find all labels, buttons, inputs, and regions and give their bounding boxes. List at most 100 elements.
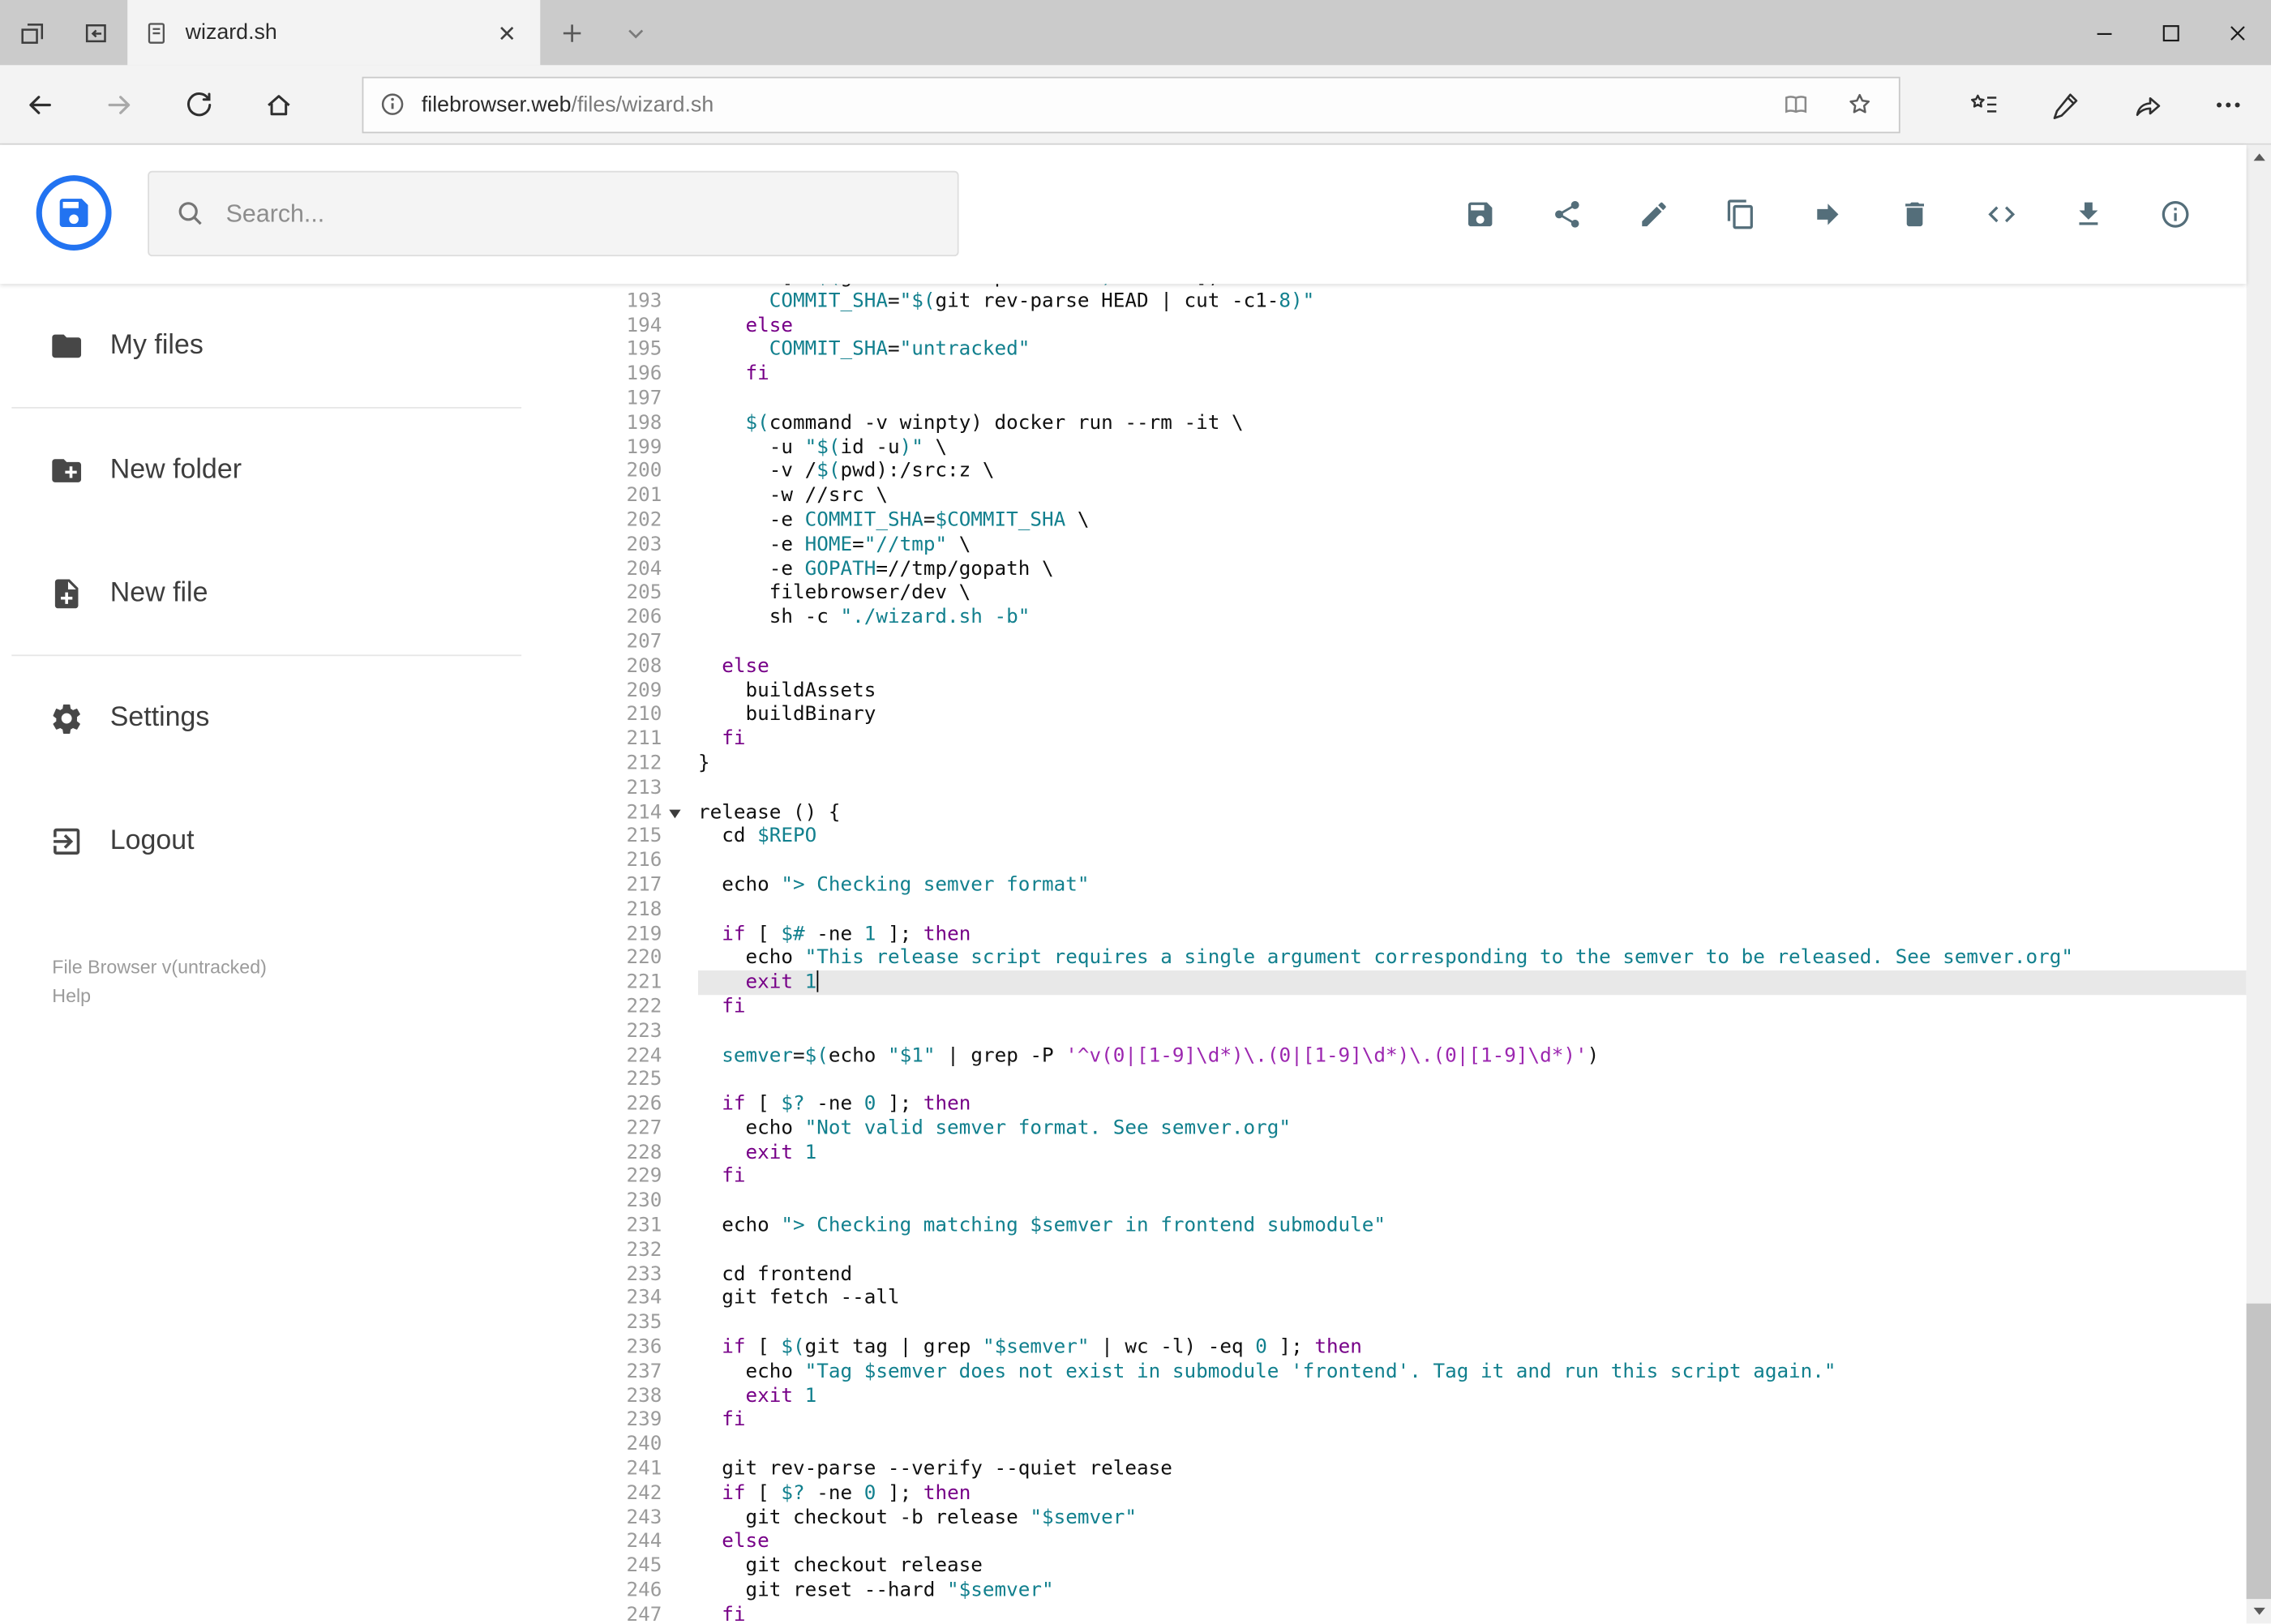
code-line[interactable]: 198 $(command -v winpty) docker run --rm…	[580, 411, 2247, 435]
code-line[interactable]: 246 git reset --hard "$semver"	[580, 1579, 2247, 1603]
code-line[interactable]: 203 -e HOME="//tmp" \	[580, 533, 2247, 557]
home-button[interactable]	[239, 65, 319, 143]
scrollbar-thumb[interactable]	[2246, 1303, 2271, 1600]
code-line[interactable]: 228 exit 1	[580, 1141, 2247, 1165]
help-link[interactable]: Help	[52, 982, 267, 1011]
search-box[interactable]	[148, 170, 959, 257]
sidebar-item-my-files[interactable]: My files	[0, 284, 580, 407]
scroll-down-button[interactable]	[2247, 1600, 2271, 1624]
code-line[interactable]: 209 buildAssets	[580, 679, 2247, 703]
code-line[interactable]: 207	[580, 630, 2247, 654]
code-line[interactable]: 229 fi	[580, 1165, 2247, 1189]
code-line[interactable]: 201 -w //src \	[580, 484, 2247, 508]
code-line[interactable]: 197	[580, 387, 2247, 411]
source-view-button[interactable]	[1986, 199, 2017, 230]
code-line[interactable]: 214 release () {	[580, 800, 2247, 825]
code-line[interactable]: 202 -e COMMIT_SHA=$COMMIT_SHA \	[580, 508, 2247, 533]
code-line[interactable]: 227 echo "Not valid semver format. See s…	[580, 1116, 2247, 1141]
new-tab-button[interactable]	[540, 0, 604, 65]
code-editor[interactable]: 192 if [ "$(git status --porcelain)" = "…	[579, 284, 2247, 1624]
code-line[interactable]: 244 else	[580, 1530, 2247, 1554]
code-line[interactable]: 224 semver=$(echo "$1" | grep -P '^v(0|[…	[580, 1043, 2247, 1068]
code-line[interactable]: 195 COMMIT_SHA="untracked"	[580, 338, 2247, 362]
code-line[interactable]: 193 COMMIT_SHA="$(git rev-parse HEAD | c…	[580, 289, 2247, 314]
tab-preview-chevron-button[interactable]	[604, 0, 668, 65]
code-line[interactable]: 194 else	[580, 314, 2247, 338]
share-file-button[interactable]	[1551, 199, 1583, 230]
code-line[interactable]: 200 -v /$(pwd):/src:z \	[580, 460, 2247, 484]
minimize-button[interactable]	[2071, 0, 2137, 65]
set-tabs-aside-button[interactable]	[0, 0, 64, 65]
code-line[interactable]: 245 git checkout release	[580, 1554, 2247, 1579]
copy-button[interactable]	[1725, 199, 1757, 230]
share-button[interactable]	[2106, 65, 2187, 143]
code-line[interactable]: 236 if [ $(git tag | grep "$semver" | wc…	[580, 1335, 2247, 1360]
code-line[interactable]: 225	[580, 1068, 2247, 1092]
filebrowser-logo[interactable]	[36, 175, 112, 251]
code-line[interactable]: 196 fi	[580, 362, 2247, 387]
fold-toggle-icon[interactable]	[662, 800, 698, 825]
code-line[interactable]: 231 echo "> Checking matching $semver in…	[580, 1214, 2247, 1238]
sidebar-item-logout[interactable]: Logout	[0, 779, 580, 902]
code-line[interactable]: 208 else	[580, 654, 2247, 679]
code-line[interactable]: 205 filebrowser/dev \	[580, 581, 2247, 606]
code-line[interactable]: 237 echo "Tag $semver does not exist in …	[580, 1360, 2247, 1384]
code-line[interactable]: 226 if [ $? -ne 0 ]; then	[580, 1092, 2247, 1116]
code-line[interactable]: 199 -u "$(id -u)" \	[580, 435, 2247, 460]
code-line[interactable]: 213	[580, 776, 2247, 800]
code-line[interactable]: 192 if [ "$(git status --porcelain)" = "…	[580, 284, 2247, 289]
hub-button[interactable]	[1943, 65, 2025, 143]
code-line[interactable]: 216	[580, 849, 2247, 873]
sidebar-item-new-folder[interactable]: New folder	[0, 409, 580, 532]
forward-button[interactable]	[79, 65, 159, 143]
address-bar[interactable]: filebrowser.web/files/wizard.sh	[362, 75, 1900, 133]
code-line[interactable]: 243 git checkout -b release "$semver"	[580, 1506, 2247, 1530]
sidebar-item-new-file[interactable]: New file	[0, 532, 580, 655]
code-line[interactable]: 217 echo "> Checking semver format"	[580, 873, 2247, 898]
code-line[interactable]: 219 if [ $# -ne 1 ]; then	[580, 922, 2247, 946]
code-line[interactable]: 210 buildBinary	[580, 703, 2247, 727]
web-note-button[interactable]	[2025, 65, 2106, 143]
tabs-preview-button[interactable]	[64, 0, 128, 65]
download-button[interactable]	[2072, 199, 2104, 230]
code-line[interactable]: 222 fi	[580, 995, 2247, 1019]
code-line[interactable]: 239 fi	[580, 1408, 2247, 1433]
code-line[interactable]: 242 if [ $? -ne 0 ]; then	[580, 1481, 2247, 1506]
code-line[interactable]: 223	[580, 1019, 2247, 1043]
code-line[interactable]: 234 git fetch --all	[580, 1287, 2247, 1311]
maximize-button[interactable]	[2138, 0, 2205, 65]
code-line[interactable]: 235	[580, 1311, 2247, 1335]
code-line[interactable]: 220 echo "This release script requires a…	[580, 946, 2247, 971]
code-line[interactable]: 247 fi	[580, 1603, 2247, 1624]
code-line[interactable]: 230	[580, 1189, 2247, 1214]
tab-close-button[interactable]	[488, 14, 525, 51]
more-options-button[interactable]	[2187, 65, 2268, 143]
code-line[interactable]: 218	[580, 898, 2247, 922]
code-line[interactable]: 238 exit 1	[580, 1384, 2247, 1408]
code-line[interactable]: 215 cd $REPO	[580, 825, 2247, 849]
rename-button[interactable]	[1638, 199, 1669, 230]
code-line[interactable]: 240	[580, 1433, 2247, 1457]
refresh-button[interactable]	[159, 65, 238, 143]
scroll-up-button[interactable]	[2247, 145, 2271, 169]
browser-tab[interactable]: wizard.sh	[127, 0, 541, 66]
sidebar-item-settings[interactable]: Settings	[0, 656, 580, 779]
code-line[interactable]: 204 -e GOPATH=//tmp/gopath \	[580, 557, 2247, 581]
save-button[interactable]	[1464, 199, 1496, 230]
site-info-icon[interactable]	[378, 90, 407, 119]
close-button[interactable]	[2205, 0, 2271, 65]
code-line[interactable]: 206 sh -c "./wizard.sh -b"	[580, 606, 2247, 630]
code-line[interactable]: 212}	[580, 752, 2247, 776]
move-button[interactable]	[1812, 199, 1844, 230]
info-button[interactable]	[2159, 199, 2191, 230]
favorite-star-button[interactable]	[1835, 79, 1884, 129]
code-line[interactable]: 241 git rev-parse --verify --quiet relea…	[580, 1457, 2247, 1481]
code-line[interactable]: 221 exit 1	[580, 971, 2247, 996]
delete-button[interactable]	[1899, 199, 1930, 230]
search-input[interactable]	[225, 199, 958, 229]
url-text[interactable]: filebrowser.web/files/wizard.sh	[422, 92, 1757, 116]
code-line[interactable]: 232	[580, 1238, 2247, 1262]
code-line[interactable]: 233 cd frontend	[580, 1262, 2247, 1287]
page-scrollbar[interactable]	[2246, 144, 2271, 1624]
reading-view-button[interactable]	[1772, 79, 1821, 129]
